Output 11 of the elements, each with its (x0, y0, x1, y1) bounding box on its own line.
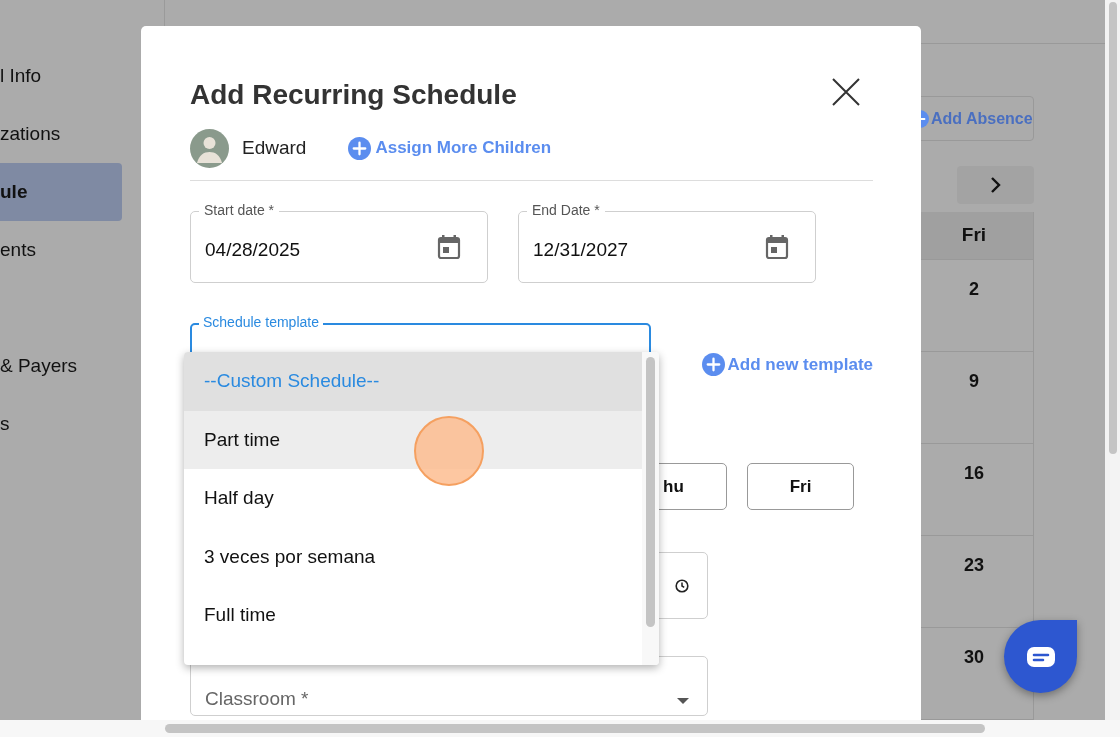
dialog-title: Add Recurring Schedule (190, 78, 517, 112)
classroom-placeholder: Classroom * (205, 686, 309, 711)
day-number: 23 (964, 554, 984, 574)
day-number: 30 (964, 646, 984, 666)
field-value: 12/31/2027 (533, 237, 629, 262)
day-number: 9 (969, 370, 979, 390)
field-value: 04/28/2025 (205, 237, 301, 262)
child-name: Edward (242, 135, 307, 160)
day-number: 2 (969, 278, 979, 298)
field-label: Schedule template (199, 313, 323, 331)
day-number: 16 (964, 462, 984, 482)
